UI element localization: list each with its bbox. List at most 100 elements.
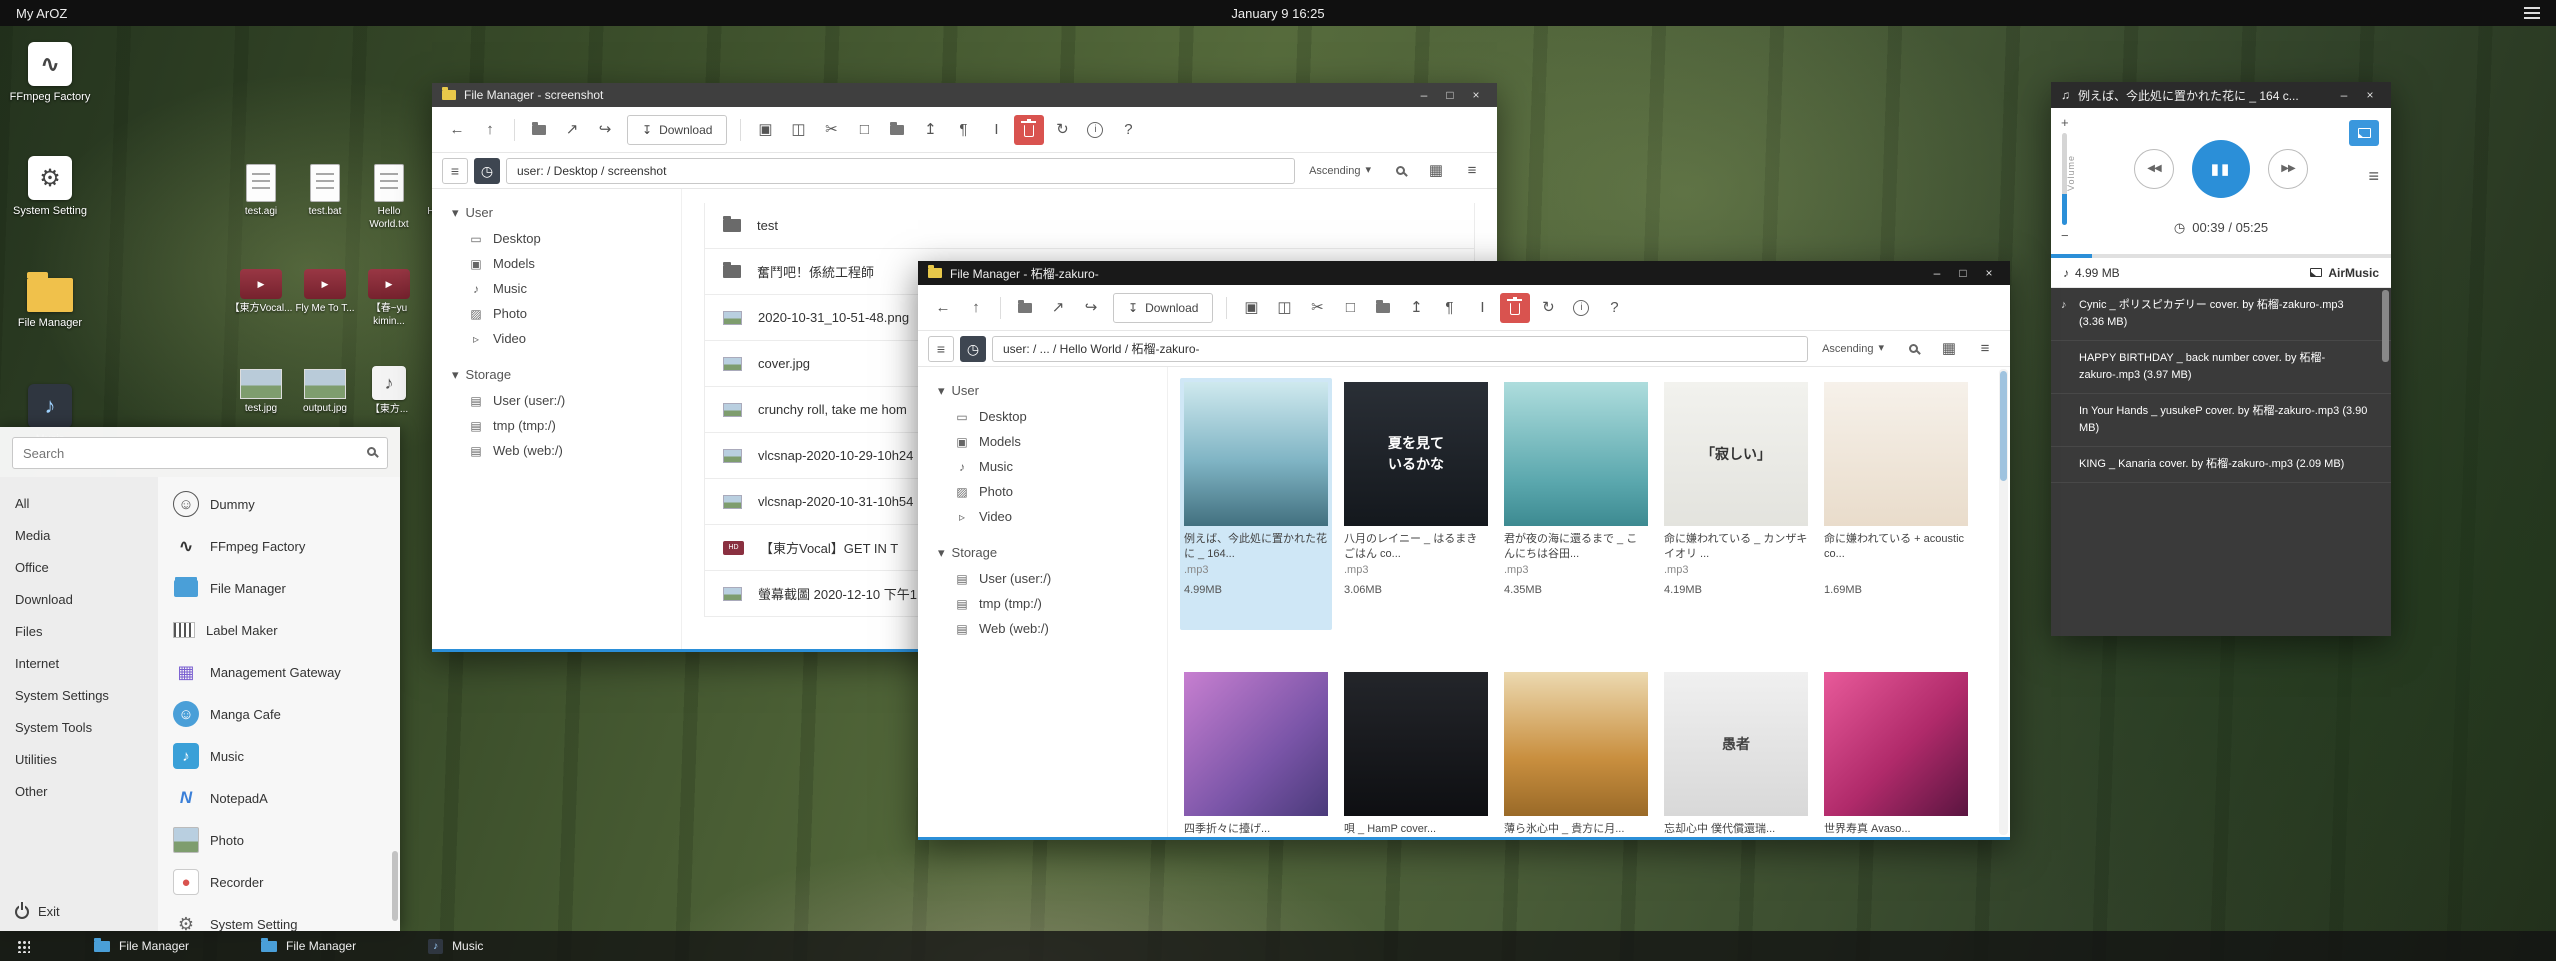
sidebar-toggle-button[interactable]	[442, 158, 468, 184]
format-button[interactable]	[948, 115, 978, 145]
sidebar-item[interactable]: Video	[452, 326, 681, 351]
app-list-item[interactable]: Manga Cafe	[158, 693, 400, 735]
maximize-button[interactable]	[1952, 264, 1974, 282]
scrollbar-thumb[interactable]	[392, 851, 398, 921]
app-list-item[interactable]: Label Maker	[158, 609, 400, 651]
new-folder-button[interactable]	[1368, 293, 1398, 323]
minimize-button[interactable]	[1413, 86, 1435, 104]
category-item[interactable]: Other	[0, 775, 158, 807]
file-tile[interactable]: 愚者 忘却心中 僕代償還瑞...	[1660, 668, 1812, 837]
recent-button[interactable]	[474, 158, 500, 184]
app-list-item[interactable]: System Setting	[158, 903, 400, 931]
back-button[interactable]	[928, 293, 958, 323]
title-bar[interactable]: File Manager - screenshot	[432, 83, 1497, 107]
sidebar-item[interactable]: Desktop	[938, 404, 1167, 429]
playlist-item[interactable]: Cynic _ ポリスピカデリー cover. by 柘榴-zakuro-.mp…	[2051, 288, 2391, 341]
app-list-item[interactable]: Management Gateway	[158, 651, 400, 693]
refresh-button[interactable]	[1047, 115, 1077, 145]
share-button[interactable]	[590, 115, 620, 145]
sidebar-item[interactable]: Desktop	[452, 226, 681, 251]
sidebar-item[interactable]: Music	[452, 276, 681, 301]
open-button[interactable]	[524, 115, 554, 145]
sidebar-item[interactable]: Video	[938, 504, 1167, 529]
format-button[interactable]	[1434, 293, 1464, 323]
open-button[interactable]	[1010, 293, 1040, 323]
sort-select[interactable]: Ascending	[1814, 336, 1892, 362]
recent-button[interactable]	[960, 336, 986, 362]
file-tile[interactable]: 四季折々に擡げ...	[1180, 668, 1332, 837]
app-list-item[interactable]: File Manager	[158, 567, 400, 609]
back-button[interactable]	[442, 115, 472, 145]
sidebar-item[interactable]: Photo	[938, 479, 1167, 504]
copy-button[interactable]	[1269, 293, 1299, 323]
scrollbar-thumb[interactable]	[2382, 290, 2389, 362]
copy-button[interactable]	[783, 115, 813, 145]
file-tile[interactable]: 世界寿真 Avaso...	[1820, 668, 1972, 837]
list-view-button[interactable]	[1457, 156, 1487, 186]
app-list-item[interactable]: Dummy	[158, 483, 400, 525]
path-input[interactable]: user: / Desktop / screenshot	[506, 158, 1295, 184]
minimize-button[interactable]	[2333, 86, 2355, 104]
sidebar-item[interactable]: Web (web:/)	[452, 438, 681, 463]
brand[interactable]: My ArOZ	[16, 6, 67, 21]
sidebar-section-user[interactable]: User	[938, 383, 1167, 398]
playlist-item[interactable]: KING _ Kanaria cover. by 柘榴-zakuro-.mp3 …	[2051, 447, 2391, 483]
hamburger-icon[interactable]	[2524, 7, 2540, 19]
sidebar-section-storage[interactable]: Storage	[452, 367, 681, 382]
up-button[interactable]	[961, 293, 991, 323]
grid-view-button[interactable]	[1934, 334, 1964, 364]
rename-button[interactable]	[981, 115, 1011, 145]
exit-button[interactable]: Exit	[0, 892, 158, 931]
minimize-button[interactable]	[1926, 264, 1948, 282]
help-button[interactable]	[1113, 115, 1143, 145]
search-input[interactable]	[12, 437, 388, 469]
volume-up-icon[interactable]	[2061, 116, 2069, 129]
apps-grid-button[interactable]	[0, 931, 46, 961]
desktop-file-icon[interactable]: 【東方Vocal...	[229, 258, 293, 358]
rename-button[interactable]	[1467, 293, 1497, 323]
export-button[interactable]	[1043, 293, 1073, 323]
trash-button[interactable]	[1014, 115, 1044, 145]
previous-track-button[interactable]	[2134, 149, 2174, 189]
sidebar-item[interactable]: tmp (tmp:/)	[938, 591, 1167, 616]
sidebar-item[interactable]: tmp (tmp:/)	[452, 413, 681, 438]
taskbar-item[interactable]: File Manager	[239, 931, 378, 961]
title-bar[interactable]: File Manager - 柘榴-zakuro-	[918, 261, 2010, 285]
playlist-item[interactable]: HAPPY BIRTHDAY _ back number cover. by 柘…	[2051, 341, 2391, 394]
category-item[interactable]: Download	[0, 583, 158, 615]
search-button[interactable]	[1898, 334, 1928, 364]
new-file-button[interactable]	[849, 115, 879, 145]
desktop-file-icon[interactable]: test.agi	[229, 158, 293, 258]
file-tile[interactable]: 君が夜の海に還るまで _ こんにちは谷田... .mp3 4.35MB	[1500, 378, 1652, 630]
sidebar-item[interactable]: Web (web:/)	[938, 616, 1167, 641]
file-row[interactable]: test	[704, 203, 1475, 249]
sort-select[interactable]: Ascending	[1301, 158, 1379, 184]
sidebar-toggle-button[interactable]	[928, 336, 954, 362]
category-item[interactable]: System Settings	[0, 679, 158, 711]
file-tile[interactable]: 唄 _ HamP cover...	[1340, 668, 1492, 837]
category-item[interactable]: Office	[0, 551, 158, 583]
list-view-button[interactable]	[1970, 334, 2000, 364]
app-list-item[interactable]: Recorder	[158, 861, 400, 903]
cut-button[interactable]	[1302, 293, 1332, 323]
upload-button[interactable]	[915, 115, 945, 145]
file-tile[interactable]: 薄ら氷心中 _ 貴方に月...	[1500, 668, 1652, 837]
sidebar-section-storage[interactable]: Storage	[938, 545, 1167, 560]
app-list-item[interactable]: Music	[158, 735, 400, 777]
desktop-file-icon[interactable]: Fly Me To T...	[293, 258, 357, 358]
refresh-button[interactable]	[1533, 293, 1563, 323]
sidebar-section-user[interactable]: User	[452, 205, 681, 220]
upload-button[interactable]	[1401, 293, 1431, 323]
help-button[interactable]	[1599, 293, 1629, 323]
file-tile[interactable]: 例えば、今此処に置かれた花に _ 164... .mp3 4.99MB	[1180, 378, 1332, 630]
desktop-icon[interactable]: File Manager	[8, 270, 92, 366]
category-item[interactable]: Utilities	[0, 743, 158, 775]
category-item[interactable]: System Tools	[0, 711, 158, 743]
info-button[interactable]	[1080, 115, 1110, 145]
sidebar-item[interactable]: Models	[452, 251, 681, 276]
trash-button[interactable]	[1500, 293, 1530, 323]
sidebar-item[interactable]: Models	[938, 429, 1167, 454]
close-button[interactable]	[1978, 264, 2000, 282]
path-input[interactable]: user: / ... / Hello World / 柘榴-zakuro-	[992, 336, 1808, 362]
download-button[interactable]: Download	[1113, 293, 1213, 323]
